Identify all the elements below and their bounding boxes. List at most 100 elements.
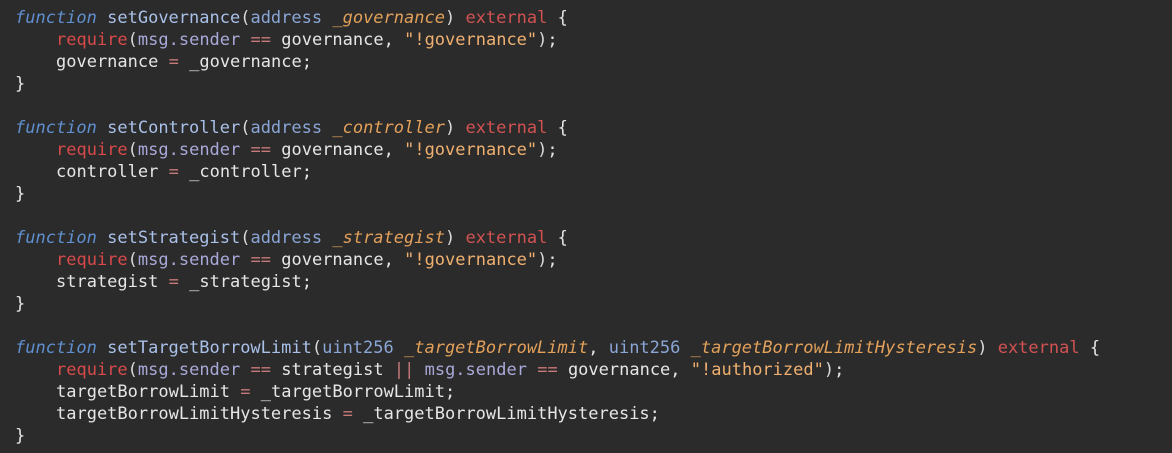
param-name: _strategist	[332, 228, 445, 248]
open-paren: (	[240, 228, 251, 248]
code-line: require(msg.sender == strategist || msg.…	[15, 359, 1172, 381]
close-paren: )	[537, 30, 548, 50]
visibility-modifier: external	[465, 118, 548, 138]
comma: ,	[383, 140, 405, 160]
param-type: uint256	[322, 338, 394, 358]
identifier: governance	[281, 30, 384, 50]
code-line: }	[15, 183, 1172, 205]
msg-sender: msg.sender	[137, 360, 241, 380]
msg-sender: msg.sender	[137, 140, 241, 160]
param-name: _governance	[332, 8, 445, 28]
assign-value: _targetBorrowLimitHysteresis	[363, 404, 650, 424]
close-paren: )	[444, 8, 456, 28]
param-type: address	[250, 118, 323, 138]
comma: ,	[588, 338, 609, 358]
param-name: _targetBorrowLimitHysteresis	[690, 338, 978, 358]
open-brace: {	[557, 118, 568, 138]
function-keyword: function	[15, 228, 97, 248]
semicolon: ;	[649, 404, 660, 424]
operator: ==	[250, 140, 271, 160]
code-editor[interactable]: function setGovernance(address _governan…	[0, 0, 1172, 453]
open-paren: (	[240, 8, 251, 28]
semicolon: ;	[834, 360, 845, 380]
assign-operator: =	[168, 52, 179, 72]
close-brace: }	[15, 74, 26, 94]
require-call: require	[56, 250, 128, 270]
function-name: setGovernance	[107, 8, 241, 28]
close-brace: }	[15, 184, 26, 204]
code-line: controller = _controller;	[15, 161, 1172, 183]
assign-target: controller	[56, 162, 159, 182]
open-paren: (	[127, 30, 138, 50]
code-line: function setController(address _controll…	[15, 117, 1172, 139]
open-brace: {	[557, 8, 568, 28]
code-line: require(msg.sender == governance, "!gove…	[15, 139, 1172, 161]
code-line: require(msg.sender == governance, "!gove…	[15, 29, 1172, 51]
require-call: require	[56, 360, 128, 380]
assign-value: _governance	[189, 52, 302, 72]
close-paren: )	[977, 338, 988, 358]
close-paren: )	[444, 228, 456, 248]
msg-sender: msg.sender	[424, 360, 527, 380]
function-name: setStrategist	[107, 228, 241, 248]
code-line: strategist = _strategist;	[15, 271, 1172, 293]
string-literal: "!governance"	[404, 250, 538, 270]
string-literal: "!governance"	[404, 140, 538, 160]
function-name: setController	[107, 118, 241, 138]
operator: ==	[250, 360, 271, 380]
operator: ==	[250, 250, 271, 270]
identifier: strategist	[281, 360, 384, 380]
open-paren: (	[127, 140, 138, 160]
open-paren: (	[127, 250, 138, 270]
identifier: governance	[567, 360, 671, 380]
visibility-modifier: external	[465, 8, 548, 28]
assign-target: targetBorrowLimit	[56, 382, 230, 402]
close-paren: )	[537, 140, 548, 160]
msg-sender: msg.sender	[137, 30, 241, 50]
operator: ==	[250, 30, 271, 50]
open-paren: (	[127, 360, 138, 380]
require-call: require	[56, 140, 128, 160]
msg-sender: msg.sender	[137, 250, 241, 270]
function-keyword: function	[15, 118, 97, 138]
operator: ||	[393, 360, 415, 380]
require-call: require	[56, 30, 128, 50]
identifier: governance	[281, 250, 384, 270]
code-line: targetBorrowLimit = _targetBorrowLimit;	[15, 381, 1172, 403]
operator: ==	[537, 360, 558, 380]
identifier: governance	[281, 140, 384, 160]
comma: ,	[383, 30, 405, 50]
code-line: governance = _governance;	[15, 51, 1172, 73]
code-line: function setStrategist(address _strategi…	[15, 227, 1172, 249]
param-name: _targetBorrowLimit	[404, 338, 589, 358]
semicolon: ;	[444, 382, 456, 402]
assign-value: _controller	[189, 162, 302, 182]
string-literal: "!governance"	[404, 30, 538, 50]
assign-value: _targetBorrowLimit	[260, 382, 445, 402]
close-paren: )	[823, 360, 835, 380]
assign-operator: =	[240, 382, 251, 402]
function-name: setTargetBorrowLimit	[107, 338, 312, 358]
code-line: }	[15, 293, 1172, 315]
semicolon: ;	[301, 272, 312, 292]
code-line: function setGovernance(address _governan…	[15, 7, 1172, 29]
close-brace: }	[15, 294, 26, 314]
open-brace: {	[1089, 338, 1101, 358]
semicolon: ;	[547, 140, 558, 160]
visibility-modifier: external	[465, 228, 548, 248]
comma: ,	[670, 360, 691, 380]
param-type: address	[250, 8, 323, 28]
param-type: address	[250, 228, 323, 248]
open-brace: {	[557, 228, 568, 248]
visibility-modifier: external	[997, 338, 1080, 358]
semicolon: ;	[301, 52, 312, 72]
open-paren: (	[240, 118, 251, 138]
close-paren: )	[537, 250, 548, 270]
string-literal: "!authorized"	[690, 360, 824, 380]
assign-value: _strategist	[189, 272, 302, 292]
assign-target: targetBorrowLimitHysteresis	[56, 404, 333, 424]
comma: ,	[383, 250, 405, 270]
